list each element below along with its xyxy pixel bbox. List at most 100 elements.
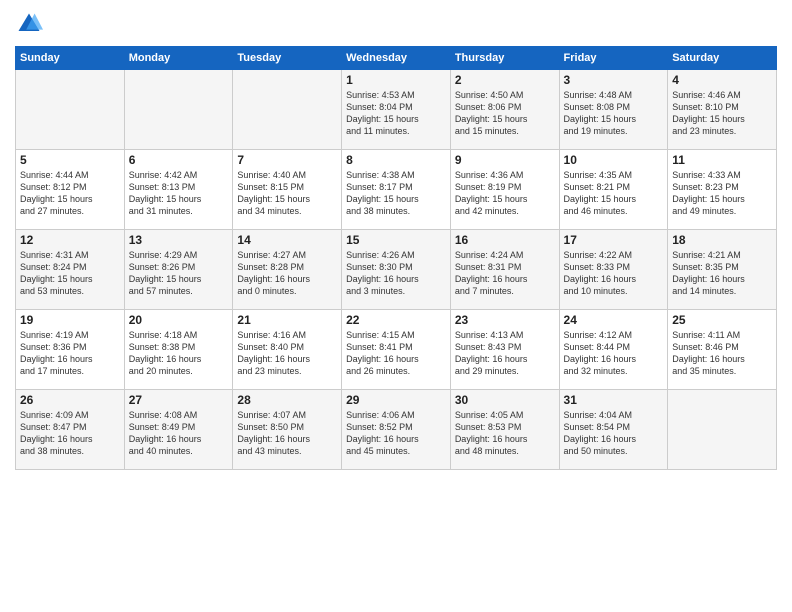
day-number: 15 <box>346 233 446 247</box>
day-cell <box>16 70 125 150</box>
day-number: 3 <box>564 73 664 87</box>
day-info: Sunrise: 4:29 AM Sunset: 8:26 PM Dayligh… <box>129 249 229 298</box>
day-info: Sunrise: 4:40 AM Sunset: 8:15 PM Dayligh… <box>237 169 337 218</box>
day-number: 6 <box>129 153 229 167</box>
day-cell: 10 Sunrise: 4:35 AM Sunset: 8:21 PM Dayli… <box>559 150 668 230</box>
col-header-friday: Friday <box>559 47 668 70</box>
day-number: 10 <box>564 153 664 167</box>
day-info: Sunrise: 4:08 AM Sunset: 8:49 PM Dayligh… <box>129 409 229 458</box>
day-cell: 16 Sunrise: 4:24 AM Sunset: 8:31 PM Dayli… <box>450 230 559 310</box>
day-info: Sunrise: 4:50 AM Sunset: 8:06 PM Dayligh… <box>455 89 555 138</box>
day-number: 27 <box>129 393 229 407</box>
day-cell: 28 Sunrise: 4:07 AM Sunset: 8:50 PM Dayli… <box>233 390 342 470</box>
day-number: 26 <box>20 393 120 407</box>
week-row-1: 1Sunrise: 4:53 AM Sunset: 8:04 PM Daylig… <box>16 70 777 150</box>
day-cell: 12Sunrise: 4:31 AM Sunset: 8:24 PM Dayli… <box>16 230 125 310</box>
day-cell: 19Sunrise: 4:19 AM Sunset: 8:36 PM Dayli… <box>16 310 125 390</box>
col-header-saturday: Saturday <box>668 47 777 70</box>
col-header-tuesday: Tuesday <box>233 47 342 70</box>
day-number: 7 <box>237 153 337 167</box>
day-cell: 20 Sunrise: 4:18 AM Sunset: 8:38 PM Dayli… <box>124 310 233 390</box>
day-cell: 8 Sunrise: 4:38 AM Sunset: 8:17 PM Daylig… <box>342 150 451 230</box>
day-info: Sunrise: 4:19 AM Sunset: 8:36 PM Dayligh… <box>20 329 120 378</box>
day-cell: 14Sunrise: 4:27 AM Sunset: 8:28 PM Dayli… <box>233 230 342 310</box>
logo <box>15 10 47 38</box>
day-info: Sunrise: 4:11 AM Sunset: 8:46 PM Dayligh… <box>672 329 772 378</box>
day-cell: 18 Sunrise: 4:21 AM Sunset: 8:35 PM Dayli… <box>668 230 777 310</box>
day-cell: 17 Sunrise: 4:22 AM Sunset: 8:33 PM Dayli… <box>559 230 668 310</box>
day-number: 16 <box>455 233 555 247</box>
day-number: 5 <box>20 153 120 167</box>
day-info: Sunrise: 4:06 AM Sunset: 8:52 PM Dayligh… <box>346 409 446 458</box>
day-cell: 29 Sunrise: 4:06 AM Sunset: 8:52 PM Dayli… <box>342 390 451 470</box>
day-number: 22 <box>346 313 446 327</box>
day-info: Sunrise: 4:09 AM Sunset: 8:47 PM Dayligh… <box>20 409 120 458</box>
day-info: Sunrise: 4:26 AM Sunset: 8:30 PM Dayligh… <box>346 249 446 298</box>
day-cell <box>124 70 233 150</box>
day-number: 2 <box>455 73 555 87</box>
day-info: Sunrise: 4:44 AM Sunset: 8:12 PM Dayligh… <box>20 169 120 218</box>
day-number: 12 <box>20 233 120 247</box>
col-header-sunday: Sunday <box>16 47 125 70</box>
day-info: Sunrise: 4:42 AM Sunset: 8:13 PM Dayligh… <box>129 169 229 218</box>
col-header-monday: Monday <box>124 47 233 70</box>
day-info: Sunrise: 4:24 AM Sunset: 8:31 PM Dayligh… <box>455 249 555 298</box>
day-number: 29 <box>346 393 446 407</box>
col-header-thursday: Thursday <box>450 47 559 70</box>
day-number: 28 <box>237 393 337 407</box>
day-info: Sunrise: 4:18 AM Sunset: 8:38 PM Dayligh… <box>129 329 229 378</box>
page: SundayMondayTuesdayWednesdayThursdayFrid… <box>0 0 792 612</box>
day-cell: 21 Sunrise: 4:16 AM Sunset: 8:40 PM Dayli… <box>233 310 342 390</box>
day-number: 4 <box>672 73 772 87</box>
day-number: 25 <box>672 313 772 327</box>
day-cell: 7 Sunrise: 4:40 AM Sunset: 8:15 PM Daylig… <box>233 150 342 230</box>
day-cell: 1Sunrise: 4:53 AM Sunset: 8:04 PM Daylig… <box>342 70 451 150</box>
day-cell: 27 Sunrise: 4:08 AM Sunset: 8:49 PM Dayli… <box>124 390 233 470</box>
day-number: 31 <box>564 393 664 407</box>
day-info: Sunrise: 4:35 AM Sunset: 8:21 PM Dayligh… <box>564 169 664 218</box>
day-number: 30 <box>455 393 555 407</box>
day-cell: 15 Sunrise: 4:26 AM Sunset: 8:30 PM Dayli… <box>342 230 451 310</box>
week-row-4: 19Sunrise: 4:19 AM Sunset: 8:36 PM Dayli… <box>16 310 777 390</box>
day-info: Sunrise: 4:21 AM Sunset: 8:35 PM Dayligh… <box>672 249 772 298</box>
day-number: 8 <box>346 153 446 167</box>
day-cell: 31Sunrise: 4:04 AM Sunset: 8:54 PM Dayli… <box>559 390 668 470</box>
day-cell <box>668 390 777 470</box>
header <box>15 10 777 38</box>
day-info: Sunrise: 4:27 AM Sunset: 8:28 PM Dayligh… <box>237 249 337 298</box>
day-info: Sunrise: 4:38 AM Sunset: 8:17 PM Dayligh… <box>346 169 446 218</box>
day-info: Sunrise: 4:33 AM Sunset: 8:23 PM Dayligh… <box>672 169 772 218</box>
day-info: Sunrise: 4:22 AM Sunset: 8:33 PM Dayligh… <box>564 249 664 298</box>
day-cell: 4 Sunrise: 4:46 AM Sunset: 8:10 PM Daylig… <box>668 70 777 150</box>
day-cell: 6 Sunrise: 4:42 AM Sunset: 8:13 PM Daylig… <box>124 150 233 230</box>
col-header-wednesday: Wednesday <box>342 47 451 70</box>
day-number: 20 <box>129 313 229 327</box>
week-row-5: 26 Sunrise: 4:09 AM Sunset: 8:47 PM Dayli… <box>16 390 777 470</box>
day-info: Sunrise: 4:07 AM Sunset: 8:50 PM Dayligh… <box>237 409 337 458</box>
day-number: 17 <box>564 233 664 247</box>
day-number: 21 <box>237 313 337 327</box>
day-cell: 22 Sunrise: 4:15 AM Sunset: 8:41 PM Dayli… <box>342 310 451 390</box>
calendar-table: SundayMondayTuesdayWednesdayThursdayFrid… <box>15 46 777 470</box>
day-number: 13 <box>129 233 229 247</box>
day-info: Sunrise: 4:13 AM Sunset: 8:43 PM Dayligh… <box>455 329 555 378</box>
day-cell: 3Sunrise: 4:48 AM Sunset: 8:08 PM Daylig… <box>559 70 668 150</box>
day-info: Sunrise: 4:15 AM Sunset: 8:41 PM Dayligh… <box>346 329 446 378</box>
week-row-3: 12Sunrise: 4:31 AM Sunset: 8:24 PM Dayli… <box>16 230 777 310</box>
day-number: 11 <box>672 153 772 167</box>
day-cell: 13 Sunrise: 4:29 AM Sunset: 8:26 PM Dayli… <box>124 230 233 310</box>
day-cell: 23Sunrise: 4:13 AM Sunset: 8:43 PM Dayli… <box>450 310 559 390</box>
day-info: Sunrise: 4:05 AM Sunset: 8:53 PM Dayligh… <box>455 409 555 458</box>
day-cell: 11 Sunrise: 4:33 AM Sunset: 8:23 PM Dayli… <box>668 150 777 230</box>
day-cell: 24Sunrise: 4:12 AM Sunset: 8:44 PM Dayli… <box>559 310 668 390</box>
day-number: 18 <box>672 233 772 247</box>
day-number: 24 <box>564 313 664 327</box>
day-cell: 5 Sunrise: 4:44 AM Sunset: 8:12 PM Daylig… <box>16 150 125 230</box>
day-cell <box>233 70 342 150</box>
day-cell: 26 Sunrise: 4:09 AM Sunset: 8:47 PM Dayli… <box>16 390 125 470</box>
header-row: SundayMondayTuesdayWednesdayThursdayFrid… <box>16 47 777 70</box>
day-info: Sunrise: 4:46 AM Sunset: 8:10 PM Dayligh… <box>672 89 772 138</box>
logo-icon <box>15 10 43 38</box>
day-number: 9 <box>455 153 555 167</box>
day-info: Sunrise: 4:16 AM Sunset: 8:40 PM Dayligh… <box>237 329 337 378</box>
